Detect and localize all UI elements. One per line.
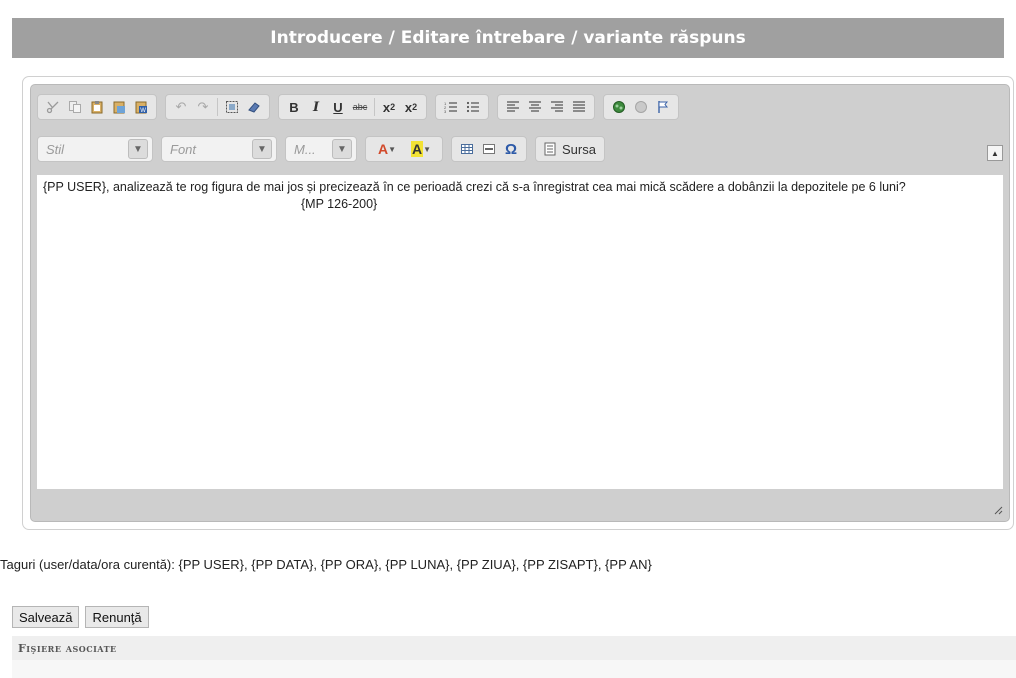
list-group: 123 (435, 94, 489, 120)
color-group: A ▼ A ▼ (365, 136, 443, 162)
form-actions: Salvează Renunţă (12, 606, 155, 628)
toolbar-separator (217, 98, 218, 116)
style-select-label: Stil (46, 141, 65, 157)
svg-text:3: 3 (444, 109, 447, 114)
text-style-group: B I U abc x2 x2 (278, 94, 427, 120)
dialog-title: Introducere / Editare întrebare / varian… (270, 28, 746, 48)
subscript-icon[interactable]: x2 (378, 96, 400, 118)
associated-files-header: Fişiere asociate (12, 636, 1016, 660)
cut-icon[interactable] (42, 96, 64, 118)
anchor-icon[interactable] (652, 96, 674, 118)
collapse-toolbar-button[interactable]: ▲ (987, 145, 1003, 161)
bold-icon[interactable]: B (283, 96, 305, 118)
font-select-label: Font (170, 141, 197, 157)
rich-text-editor: W ↶ ↷ B I U abc x2 x2 123 Stil ▼ Font ▼ … (30, 84, 1010, 522)
italic-icon[interactable]: I (305, 96, 327, 118)
cancel-button[interactable]: Renunţă (85, 606, 149, 628)
table-icon[interactable] (456, 138, 478, 160)
undo-group: ↶ ↷ (165, 94, 270, 120)
horizontal-rule-icon[interactable] (478, 138, 500, 160)
strike-icon[interactable]: abc (349, 96, 371, 118)
save-button[interactable]: Salvează (12, 606, 80, 628)
toolbar-row-1: W ↶ ↷ B I U abc x2 x2 123 (37, 93, 687, 121)
undo-icon[interactable]: ↶ (170, 96, 192, 118)
copy-icon[interactable] (64, 96, 86, 118)
chevron-down-icon: ▼ (128, 139, 148, 159)
link-icon[interactable] (608, 96, 630, 118)
svg-text:W: W (140, 108, 146, 114)
unlink-icon[interactable] (630, 96, 652, 118)
align-left-icon[interactable] (502, 96, 524, 118)
bulleted-list-icon[interactable] (462, 96, 484, 118)
insert-group: Ω (451, 136, 527, 162)
superscript-icon[interactable]: x2 (400, 96, 422, 118)
toolbar-row-2: Stil ▼ Font ▼ M... ▼ A ▼ A ▼ Ω Sursa (37, 135, 605, 163)
resize-handle-icon[interactable] (993, 505, 1003, 515)
font-select[interactable]: Font ▼ (161, 136, 277, 162)
chevron-down-icon: ▼ (332, 139, 352, 159)
align-right-icon[interactable] (546, 96, 568, 118)
chevron-down-icon: ▼ (252, 139, 272, 159)
dialog-title-bar: Introducere / Editare întrebare / varian… (12, 18, 1004, 58)
editor-paragraph-2: {MP 126-200} (301, 197, 378, 211)
editor-content-area[interactable]: {PP USER}, analizează te rog figura de m… (37, 175, 1003, 489)
align-group (497, 94, 595, 120)
redo-icon[interactable]: ↷ (192, 96, 214, 118)
link-group (603, 94, 679, 120)
source-icon (544, 142, 556, 156)
paste-icon[interactable] (86, 96, 108, 118)
select-all-icon[interactable] (221, 96, 243, 118)
background-color-icon[interactable]: A ▼ (404, 138, 438, 160)
underline-icon[interactable]: U (327, 96, 349, 118)
paste-word-icon[interactable]: W (130, 96, 152, 118)
associated-files-title: Fişiere asociate (18, 641, 117, 655)
justify-icon[interactable] (568, 96, 590, 118)
remove-format-icon[interactable] (243, 96, 265, 118)
paste-text-icon[interactable] (108, 96, 130, 118)
align-center-icon[interactable] (524, 96, 546, 118)
numbered-list-icon[interactable]: 123 (440, 96, 462, 118)
associated-files-panel (12, 660, 1016, 678)
toolbar-separator (374, 98, 375, 116)
source-button[interactable]: Sursa (535, 136, 605, 162)
source-label: Sursa (562, 141, 596, 157)
size-select-label: M... (294, 141, 316, 157)
tags-help-text: Taguri (user/data/ora curentă): {PP USER… (0, 557, 652, 572)
special-character-icon[interactable]: Ω (500, 138, 522, 160)
size-select[interactable]: M... ▼ (285, 136, 357, 162)
editor-paragraph-1: {PP USER}, analizează te rog figura de m… (43, 180, 906, 194)
text-color-icon[interactable]: A ▼ (370, 138, 404, 160)
clipboard-group: W (37, 94, 157, 120)
style-select[interactable]: Stil ▼ (37, 136, 153, 162)
